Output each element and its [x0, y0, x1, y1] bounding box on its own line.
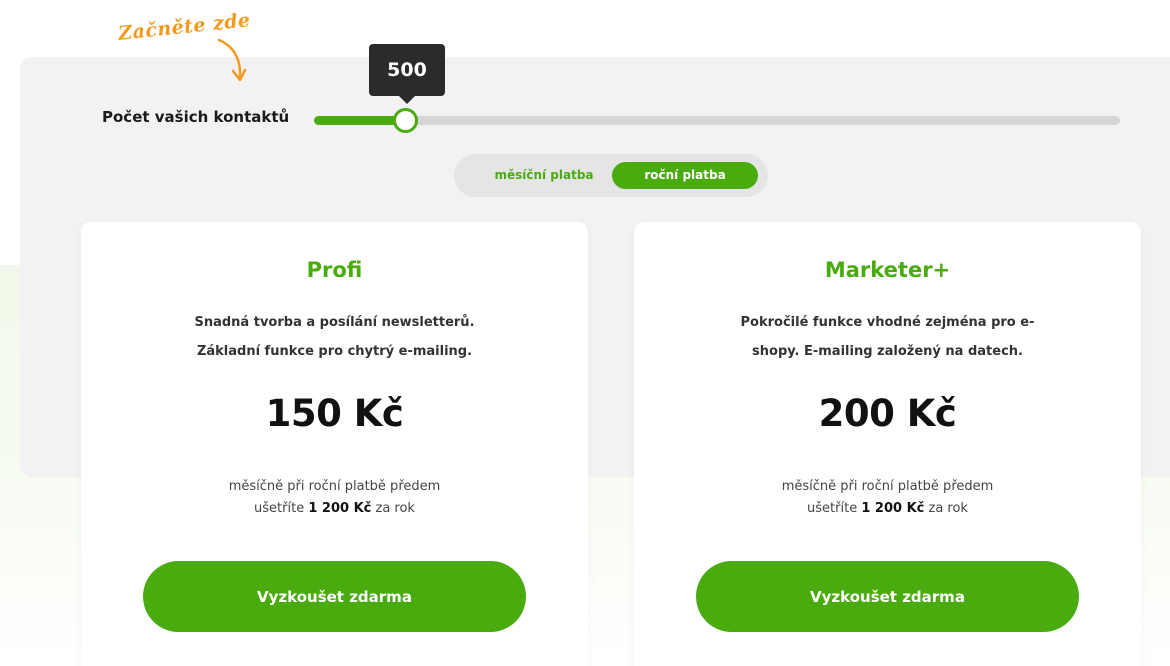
- yearly-payment-option[interactable]: roční platba: [612, 162, 758, 189]
- plan-price: 200 Kč: [818, 392, 957, 435]
- contacts-slider-fill: [314, 116, 403, 125]
- contacts-slider-handle[interactable]: [393, 108, 418, 133]
- savings-suffix: za rok: [928, 501, 968, 516]
- billing-period-toggle: měsíční platba roční platba: [454, 154, 768, 197]
- plan-name: Profi: [306, 258, 363, 282]
- savings-amount: 1 200 Kč: [308, 501, 372, 516]
- plan-savings-line: ušetříte 1 200 Kč za rok: [81, 498, 588, 520]
- plan-price-note: měsíčně při roční platbě předem ušetříte…: [81, 476, 588, 520]
- plan-card-profi: Profi Snadná tvorba a posílání newslette…: [81, 222, 588, 666]
- contacts-slider-label: Počet vašich kontaktů: [102, 108, 290, 126]
- savings-prefix: ušetříte: [807, 501, 858, 516]
- plan-note-line: měsíčně při roční platbě předem: [228, 479, 441, 494]
- plan-description-line: Pokročilé funkce vhodné zejména pro e-: [740, 315, 1035, 330]
- plan-name: Marketer+: [824, 258, 951, 282]
- plan-savings-line: ušetříte 1 200 Kč za rok: [634, 498, 1141, 520]
- plan-note-line: měsíčně při roční platbě předem: [781, 479, 994, 494]
- curved-arrow-icon: [217, 38, 247, 82]
- plan-description-line: shopy. E-mailing založený na datech.: [752, 344, 1023, 359]
- monthly-payment-option[interactable]: měsíční platba: [474, 162, 614, 189]
- contacts-slider-track[interactable]: [314, 116, 1120, 125]
- try-free-button-profi[interactable]: Vyzkoušet zdarma: [143, 561, 526, 632]
- plan-price-note: měsíčně při roční platbě předem ušetříte…: [634, 476, 1141, 520]
- plan-card-marketer-plus: Marketer+ Pokročilé funkce vhodné zejmén…: [634, 222, 1141, 666]
- savings-amount: 1 200 Kč: [861, 501, 925, 516]
- plan-description: Snadná tvorba a posílání newsletterů. Zá…: [151, 308, 518, 366]
- plan-description-line: Základní funkce pro chytrý e-mailing.: [196, 344, 473, 359]
- slider-value-tooltip: 500: [369, 44, 445, 104]
- plan-price: 150 Kč: [265, 392, 404, 435]
- plan-description-line: Snadná tvorba a posílání newsletterů.: [194, 315, 475, 330]
- savings-suffix: za rok: [375, 501, 415, 516]
- try-free-button-marketer-plus[interactable]: Vyzkoušet zdarma: [696, 561, 1079, 632]
- savings-prefix: ušetříte: [254, 501, 305, 516]
- plan-description: Pokročilé funkce vhodné zejména pro e- s…: [704, 308, 1071, 366]
